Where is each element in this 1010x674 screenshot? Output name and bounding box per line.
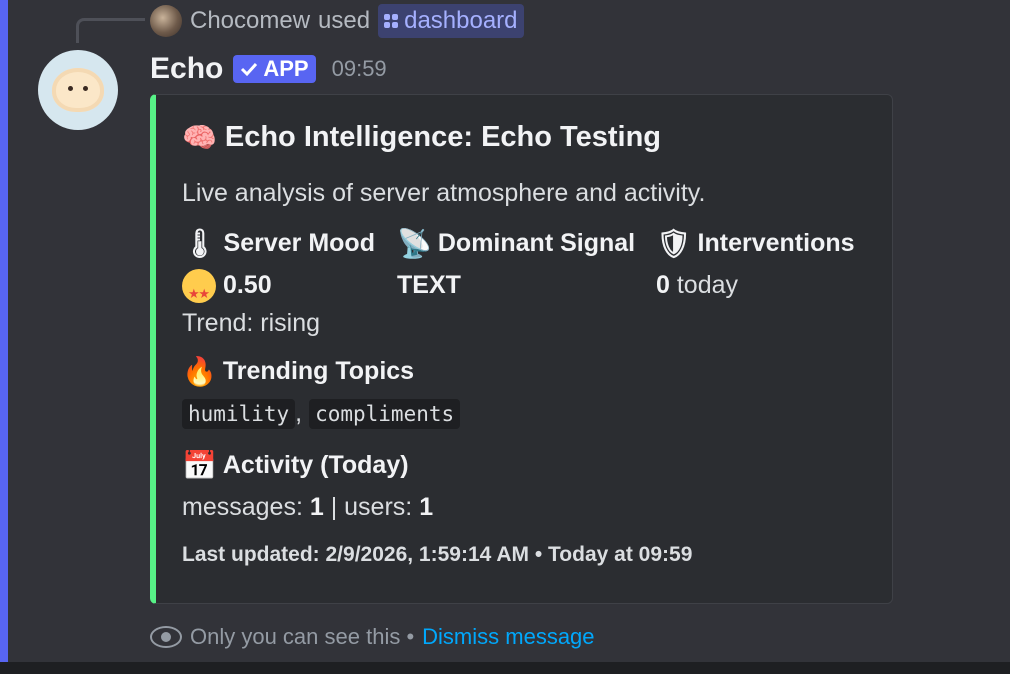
satellite-antenna-icon: 📡 (397, 227, 432, 259)
interventions-value: 0 (656, 271, 670, 299)
thermometer-icon: 🌡 (182, 227, 218, 259)
app-badge: APP (233, 55, 316, 83)
messages-count: 1 (309, 493, 324, 521)
message-header: Echo APP 09:59 (150, 50, 387, 88)
ephemeral-notice: Only you can see this • Dismiss message (150, 624, 595, 650)
replied-user-avatar[interactable] (150, 5, 182, 37)
messages-label: messages: (182, 493, 303, 521)
check-icon (241, 62, 258, 77)
field-name-trending-topics: Trending Topics (222, 357, 415, 385)
field-trending-topics: 🔥 Trending Topics humility, compliments (182, 355, 461, 432)
message-highlight-bar (0, 0, 8, 662)
embed-footer: Last updated: 2/9/2026, 1:59:14 AM • Tod… (182, 543, 693, 566)
app-badge-label: APP (263, 56, 309, 81)
replied-username[interactable]: Chocomew (190, 7, 310, 35)
reply-used-text: used (318, 7, 371, 34)
calendar-icon: 📅 (182, 449, 217, 481)
field-name-server-mood: Server Mood (223, 229, 375, 257)
embed-title-text: Echo Intelligence: Echo Testing (224, 121, 662, 153)
field-name-dominant-signal: Dominant Signal (437, 229, 636, 257)
ephemeral-text: Only you can see this • (190, 624, 415, 649)
reply-connector (76, 18, 145, 43)
field-server-mood: 🌡 Server Mood 0.50 Trend: rising (182, 229, 375, 342)
field-activity: 📅 Activity (Today) messages: 1 | users: … (182, 451, 433, 526)
message-timestamp[interactable]: 09:59 (332, 56, 387, 82)
dashboard-embed: 🧠 Echo Intelligence: Echo Testing Live a… (150, 94, 893, 604)
command-mention[interactable]: dashboard (378, 4, 524, 38)
users-label: | users: (330, 493, 413, 521)
server-mood-value: 0.50 (222, 271, 272, 299)
interventions-suffix: today (676, 271, 739, 299)
slash-command-icon (384, 14, 399, 28)
shield-icon: 🛡 (656, 227, 692, 259)
command-reply-context[interactable]: Chocomew used dashboard (150, 4, 524, 38)
users-count: 1 (419, 493, 434, 521)
field-dominant-signal: 📡 Dominant Signal TEXT (397, 229, 635, 304)
eye-icon (150, 626, 182, 648)
topic-code: humility (182, 399, 296, 429)
embed-description: Live analysis of server atmosphere and a… (182, 179, 706, 207)
avatar-face-icon (52, 68, 104, 112)
field-interventions: 🛡 Interventions 0 today (656, 229, 855, 304)
field-name-interventions: Interventions (697, 229, 855, 257)
author-name[interactable]: Echo (150, 52, 223, 86)
embed-title: 🧠 Echo Intelligence: Echo Testing (182, 121, 661, 154)
bottom-edge (0, 662, 1010, 674)
command-name: dashboard (404, 7, 518, 34)
brain-icon: 🧠 (182, 121, 217, 153)
dominant-signal-value: TEXT (397, 271, 461, 299)
star-struck-face-icon (182, 269, 216, 313)
topic-code: compliments (309, 399, 461, 429)
fire-icon: 🔥 (182, 355, 217, 387)
field-name-activity: Activity (Today) (222, 451, 409, 479)
topic-separator: , (295, 399, 303, 427)
dismiss-message-link[interactable]: Dismiss message (422, 624, 594, 650)
author-avatar[interactable] (38, 50, 118, 130)
